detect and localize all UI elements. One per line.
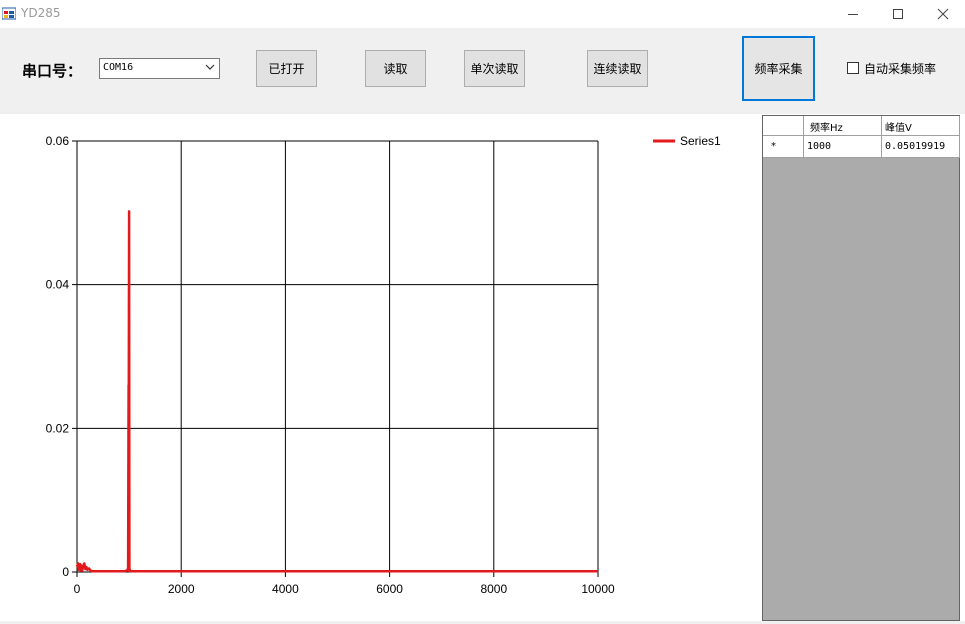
- window-title: YD285: [21, 6, 61, 20]
- grid-cell-frequency[interactable]: 1000: [804, 136, 882, 158]
- x-axis: 0 2000 4000 6000 8000 10000: [74, 582, 615, 596]
- maximize-icon: [893, 9, 903, 19]
- new-row-marker: *: [771, 141, 776, 152]
- port-select[interactable]: COM16: [99, 58, 220, 79]
- y-tick-label: 0.06: [46, 134, 70, 148]
- data-grid[interactable]: 频率Hz 峰值V * 1000 0.05019919: [762, 115, 960, 621]
- auto-capture-label: 自动采集频率: [864, 62, 937, 76]
- open-port-button[interactable]: 已打开: [256, 50, 317, 87]
- maximize-button[interactable]: [875, 0, 921, 28]
- grid-cell-frequency-value: 1000: [807, 141, 832, 152]
- x-tick-label: 6000: [376, 582, 403, 596]
- chart-grid: [72, 140, 599, 577]
- title-bar: YD285: [0, 0, 965, 28]
- continuous-read-button[interactable]: 连续读取: [587, 50, 648, 87]
- y-tick-label: 0: [62, 565, 69, 579]
- chevron-down-icon: [205, 64, 215, 70]
- grid-header-peak[interactable]: 峰值V: [882, 116, 960, 136]
- minimize-button[interactable]: [830, 0, 876, 28]
- grid-row-header[interactable]: *: [763, 136, 804, 158]
- auto-capture-checkbox[interactable]: [847, 62, 859, 74]
- chart-legend: Series1: [653, 134, 721, 148]
- app-icon: [2, 7, 16, 20]
- x-tick-label: 0: [74, 582, 81, 596]
- chart-series: [75, 210, 598, 573]
- x-tick-label: 10000: [581, 582, 615, 596]
- port-select-value: COM16: [103, 62, 134, 73]
- toolbar: 串口号： COM16 已打开 读取 单次读取 连续读取 频率采集 自动采集频率: [0, 28, 965, 114]
- y-tick-label: 0.04: [46, 278, 70, 292]
- grid-header-frequency[interactable]: 频率Hz: [804, 116, 882, 136]
- y-tick-label: 0.02: [46, 421, 70, 435]
- port-label: 串口号：: [22, 62, 83, 80]
- single-read-button[interactable]: 单次读取: [464, 50, 525, 87]
- series-line: [75, 210, 598, 573]
- grid-header-peak-label: 峰值V: [885, 123, 912, 134]
- close-button[interactable]: [920, 0, 965, 28]
- x-tick-label: 4000: [272, 582, 299, 596]
- x-tick-label: 8000: [480, 582, 507, 596]
- grid-cell-peak[interactable]: 0.05019919: [882, 136, 960, 158]
- x-tick-label: 2000: [168, 582, 195, 596]
- grid-header-frequency-label: 频率Hz: [810, 123, 843, 134]
- read-button[interactable]: 读取: [365, 50, 426, 87]
- spectrum-chart: 0 2000 4000 6000 8000 10000 0 0.02 0.04 0.06 Ser…: [46, 134, 721, 596]
- y-axis: 0 0.02 0.04 0.06: [46, 134, 70, 579]
- grid-corner-header[interactable]: [763, 116, 804, 136]
- minimize-icon: [848, 14, 858, 15]
- frequency-capture-button[interactable]: 频率采集: [742, 36, 815, 101]
- close-icon: [937, 8, 949, 20]
- legend-series1-label: Series1: [680, 134, 721, 148]
- grid-cell-peak-value: 0.05019919: [885, 141, 946, 152]
